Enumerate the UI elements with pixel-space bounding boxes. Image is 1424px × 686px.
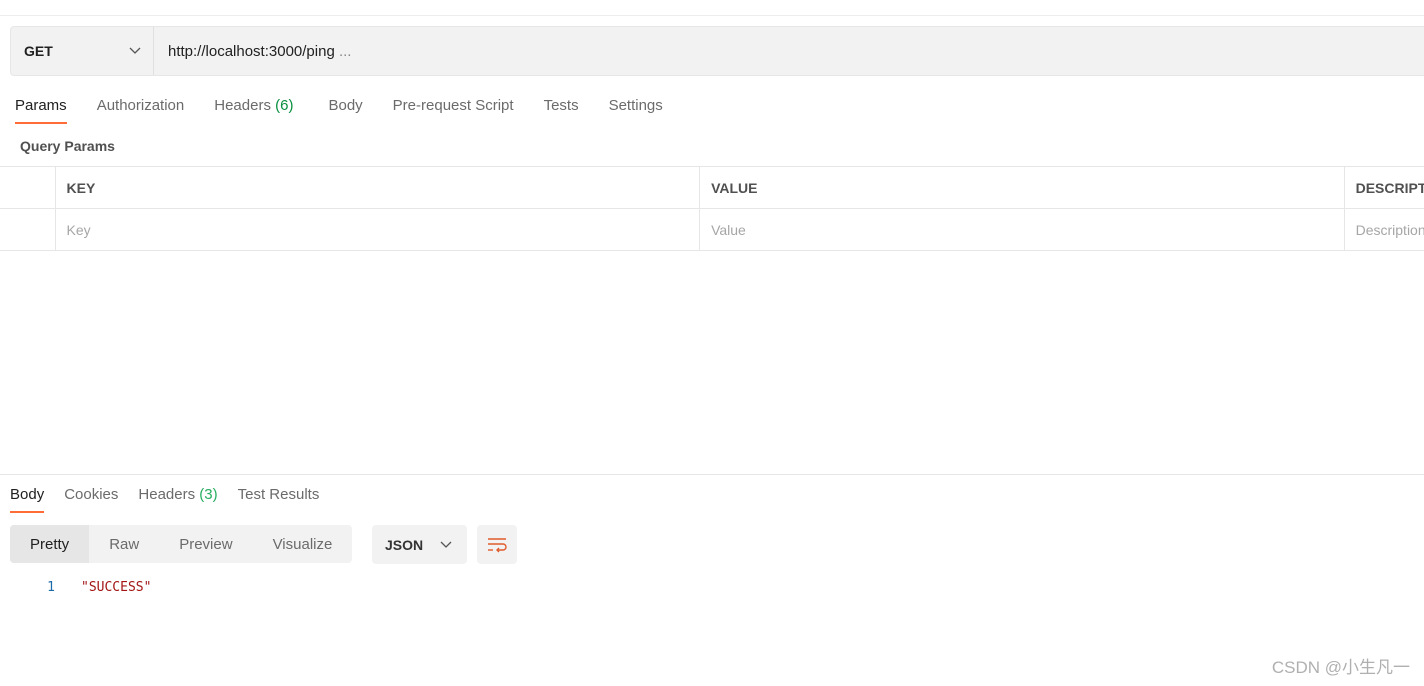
- pane-divider[interactable]: [0, 474, 1424, 475]
- response-tabs: Body Cookies Headers (3) Test Results: [10, 486, 319, 513]
- view-visualize[interactable]: Visualize: [253, 525, 353, 563]
- url-ellipsis: ...: [338, 42, 352, 60]
- view-preview[interactable]: Preview: [159, 525, 252, 563]
- tab-cookies[interactable]: Cookies: [64, 486, 118, 513]
- tab-response-headers[interactable]: Headers (3): [138, 486, 217, 513]
- tab-params[interactable]: Params: [15, 97, 67, 124]
- method-select[interactable]: GET: [11, 27, 154, 75]
- watermark: CSDN @小生凡一: [1271, 658, 1410, 677]
- url-input[interactable]: http://localhost:3000/ping ...: [154, 43, 351, 60]
- tab-body[interactable]: Body: [328, 97, 362, 124]
- table-header: KEY VALUE DESCRIPTION: [0, 167, 1424, 209]
- chevron-down-icon: [440, 541, 452, 548]
- tab-pre-request-script[interactable]: Pre-request Script: [393, 97, 514, 124]
- table-row: Key Value Description: [0, 209, 1424, 251]
- query-params-title: Query Params: [20, 138, 115, 154]
- format-select[interactable]: JSON: [372, 525, 467, 564]
- url-text: http://localhost:3000/ping: [168, 42, 335, 60]
- format-label: JSON: [385, 536, 424, 553]
- method-label: GET: [24, 43, 53, 59]
- wrap-lines-button[interactable]: [477, 525, 517, 564]
- chevron-down-icon: [129, 47, 141, 54]
- column-key: KEY: [56, 167, 701, 208]
- response-body: 1 "SUCCESS": [0, 580, 151, 595]
- key-input[interactable]: Key: [56, 209, 701, 250]
- tab-response-body[interactable]: Body: [10, 486, 45, 513]
- query-params-table: KEY VALUE DESCRIPTION Key Value Descript…: [0, 166, 1424, 251]
- request-tabs: Params Authorization Headers (6) Body Pr…: [15, 97, 663, 124]
- column-description: DESCRIPTION: [1355, 179, 1424, 196]
- wrap-lines-icon: [488, 537, 507, 552]
- top-divider: [0, 15, 1424, 16]
- tab-test-results[interactable]: Test Results: [238, 486, 320, 513]
- view-mode-selector: Pretty Raw Preview Visualize: [10, 525, 353, 563]
- description-input[interactable]: Description: [1345, 209, 1424, 250]
- url-bar: GET http://localhost:3000/ping ...: [10, 26, 1424, 76]
- tab-settings[interactable]: Settings: [609, 97, 663, 124]
- value-input[interactable]: Value: [700, 209, 1345, 250]
- column-value: VALUE: [700, 167, 1345, 208]
- tab-authorization[interactable]: Authorization: [97, 97, 185, 124]
- view-raw[interactable]: Raw: [89, 525, 159, 563]
- tab-tests[interactable]: Tests: [544, 97, 579, 124]
- view-pretty[interactable]: Pretty: [10, 525, 90, 563]
- response-string: "SUCCESS": [81, 580, 152, 595]
- line-number: 1: [47, 580, 55, 595]
- tab-headers[interactable]: Headers (6): [214, 97, 293, 124]
